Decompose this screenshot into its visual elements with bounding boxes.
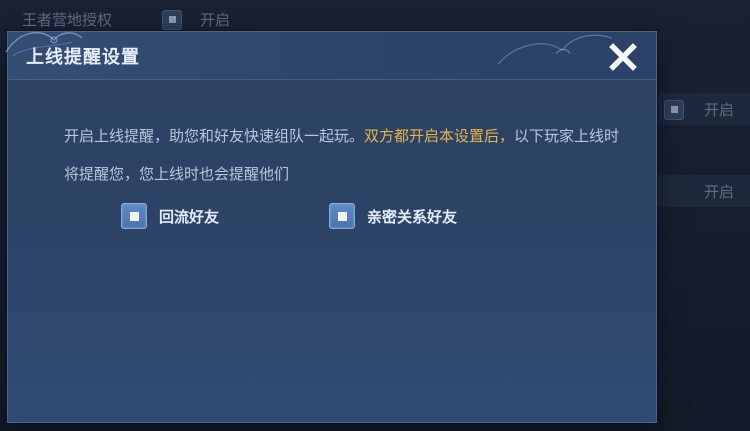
dialog-title: 上线提醒设置 [26,47,140,68]
bg-right-checkbox [664,99,684,120]
bg-right-row: 开启 [664,99,734,120]
dialog-description: 开启上线提醒，助您和好友快速组队一起玩。双方都开启本设置后，以下玩家上线时将提醒… [64,117,624,193]
bg-right-strip [645,175,750,207]
bg-right-value: 开启 [704,183,735,201]
bg-setting-row: 王者营地授权 开启 [22,9,230,30]
intimate-friends-checkbox[interactable] [329,203,356,229]
close-button[interactable] [606,40,640,74]
dialog-header: 上线提醒设置 [5,32,656,80]
reminder-options: 回流好友 亲密关系好友 [121,203,567,229]
bg-right-row: 开启 [704,181,734,202]
option-returning-friends[interactable]: 回流好友 [121,203,219,229]
online-reminder-dialog: 上线提醒设置 开启上线提醒，助您和好友快速组队一起玩。双方都开启本设置后，以下玩… [5,31,657,423]
close-icon [609,43,637,71]
bg-setting-label: 王者营地授权 [22,11,113,29]
option-intimate-friends[interactable]: 亲密关系好友 [329,203,457,229]
option-label: 回流好友 [159,207,220,226]
returning-friends-checkbox[interactable] [121,203,147,229]
description-text: 开启上线提醒，助您和好友快速组队一起玩。 [64,127,365,145]
description-highlight: 双方都开启本设置后， [364,127,515,145]
option-label: 亲密关系好友 [367,207,458,226]
bg-setting-checkbox [162,9,183,30]
bg-setting-value: 开启 [200,11,231,29]
bg-right-value: 开启 [704,101,735,119]
cloud-ornament-icon [497,34,613,65]
